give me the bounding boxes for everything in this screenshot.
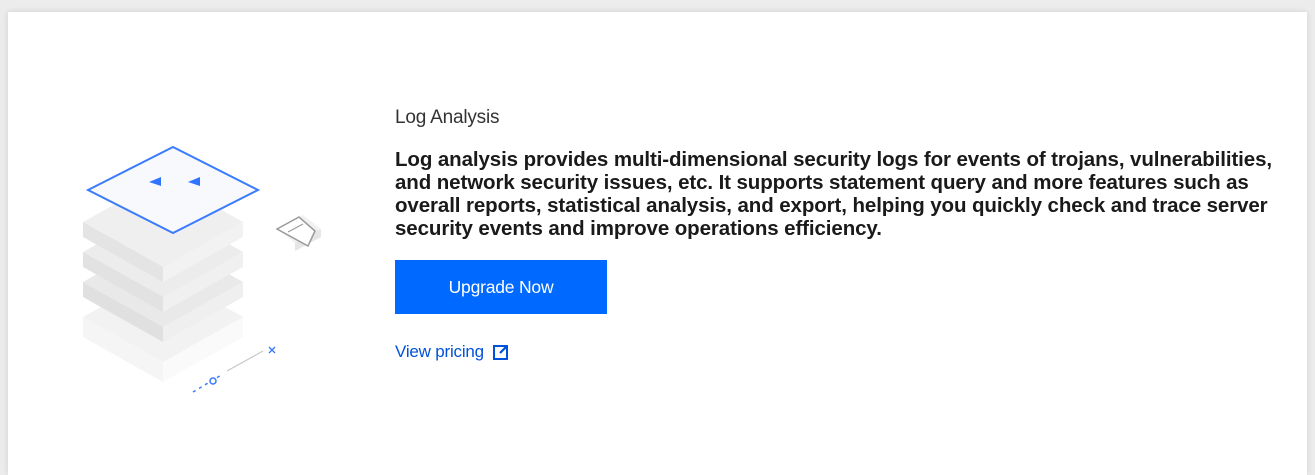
promo-content: Log Analysis Log analysis provides multi… [395, 105, 1285, 362]
promo-card: Log Analysis Log analysis provides multi… [8, 12, 1307, 475]
log-stack-illustration [83, 145, 321, 393]
promo-description: Log analysis provides multi-dimensional … [395, 148, 1272, 240]
external-link-icon [492, 345, 508, 360]
view-pricing-link[interactable]: View pricing [395, 342, 1285, 362]
promo-title: Log Analysis [395, 107, 500, 128]
upgrade-now-button[interactable]: Upgrade Now [395, 260, 607, 314]
view-pricing-label: View pricing [395, 342, 484, 361]
